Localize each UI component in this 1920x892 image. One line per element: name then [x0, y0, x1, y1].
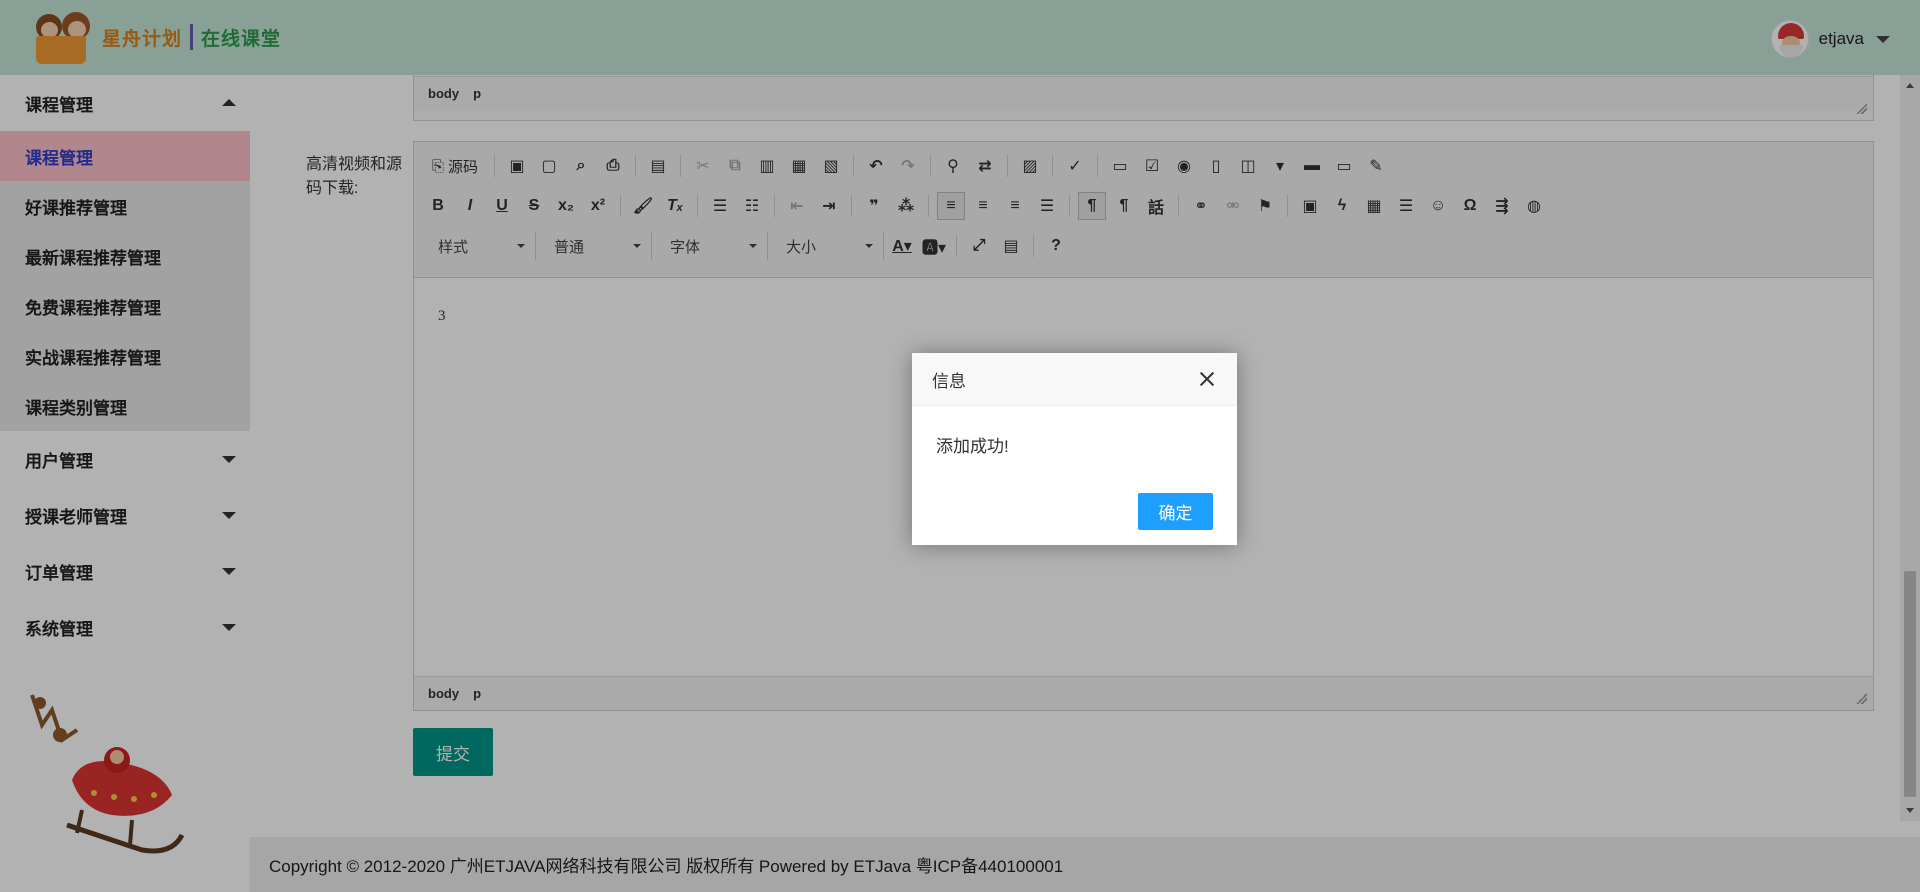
info-dialog: 信息 添加成功! 确定	[912, 353, 1237, 545]
dialog-header: 信息	[912, 353, 1237, 406]
dialog-message: 添加成功!	[936, 437, 1009, 456]
close-icon[interactable]	[1197, 369, 1217, 389]
confirm-button[interactable]: 确定	[1138, 493, 1213, 530]
dialog-title: 信息	[932, 371, 966, 391]
dialog-footer: 确定	[1138, 493, 1213, 530]
